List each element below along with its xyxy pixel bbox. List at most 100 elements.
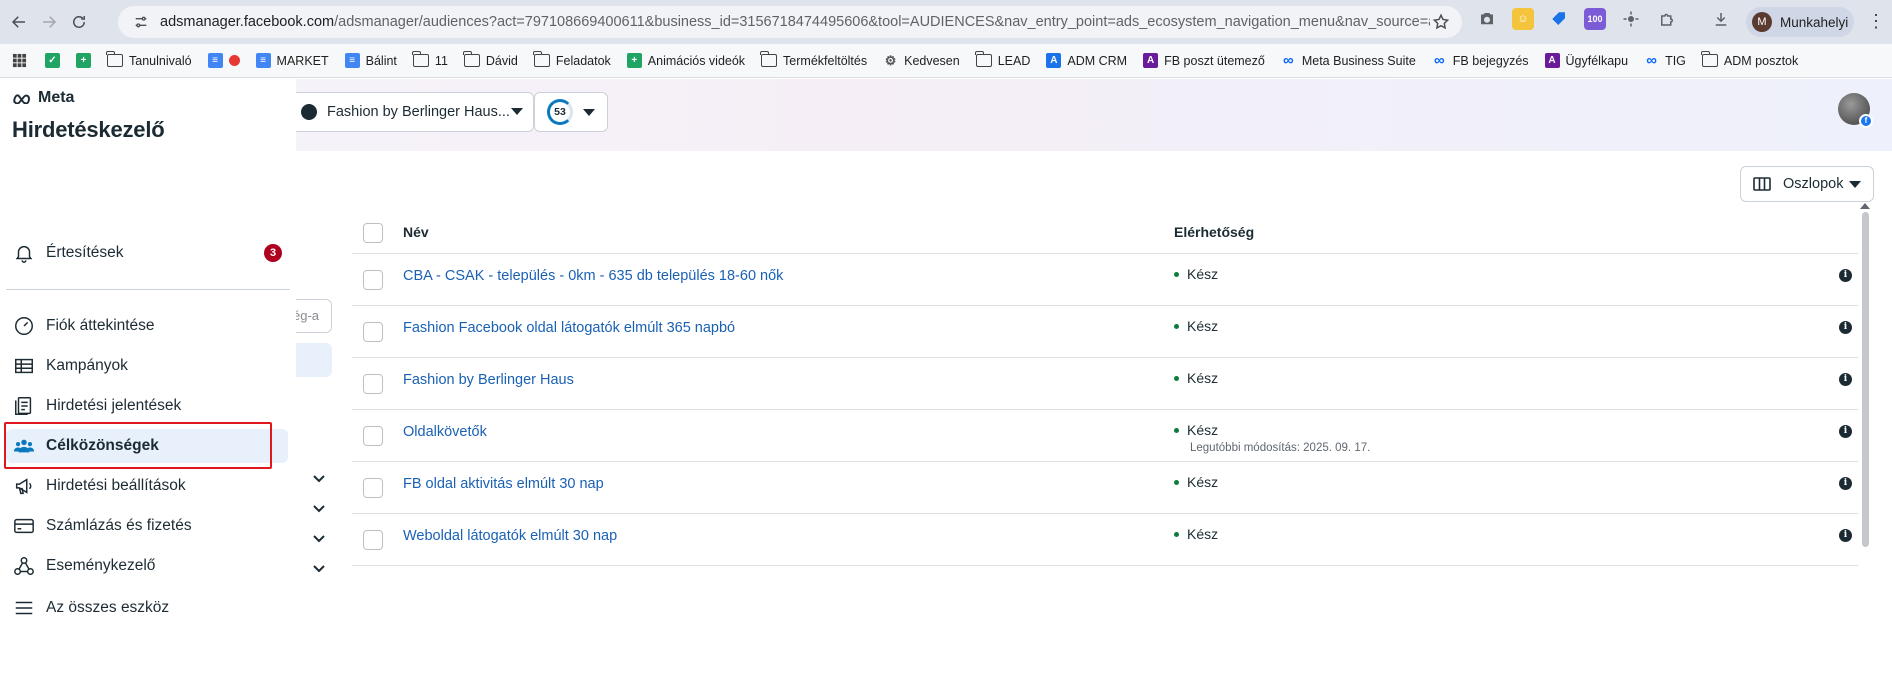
sidebar-item-label: Célközönségek: [46, 437, 159, 454]
bookmark-item[interactable]: ∞ Meta Business Suite: [1273, 48, 1424, 74]
info-icon[interactable]: i: [1839, 477, 1852, 490]
sidebar-item-label: Fiók áttekintése: [46, 317, 155, 334]
bookmark-item[interactable]: ≡ MARKET: [248, 48, 337, 74]
bookmark-item[interactable]: Feladatok: [526, 48, 619, 74]
app-title: Hirdetéskezelő: [12, 117, 165, 142]
bookmark-item[interactable]: +: [68, 48, 99, 74]
row-checkbox[interactable]: [363, 530, 383, 550]
apps-grid-icon[interactable]: [8, 48, 37, 74]
row-checkbox[interactable]: [363, 426, 383, 446]
bookmark-item[interactable]: ≡: [200, 48, 248, 74]
forward-button[interactable]: [34, 7, 64, 37]
chevron-down-icon[interactable]: [312, 561, 326, 575]
table-row[interactable]: Fashion Facebook oldal látogatók elmúlt …: [352, 306, 1858, 358]
gear-extension-icon[interactable]: [1620, 8, 1642, 30]
info-icon[interactable]: i: [1839, 425, 1852, 438]
audience-name-link[interactable]: Weboldal látogatók elmúlt 30 nap: [403, 528, 617, 544]
folder-icon: [533, 51, 550, 67]
columns-button[interactable]: Oszlopok: [1740, 166, 1874, 202]
sidebar-item-credit-card[interactable]: Számlázás és fizetés: [6, 509, 288, 543]
sidebar-item-nodes[interactable]: Eseménykezelő: [6, 549, 288, 583]
info-icon[interactable]: i: [1839, 529, 1852, 542]
select-all-checkbox[interactable]: [363, 223, 383, 243]
account-logo: [301, 104, 317, 120]
bookmark-item[interactable]: ≡ Bálint: [337, 48, 405, 74]
audience-name-link[interactable]: Fashion by Berlinger Haus: [403, 372, 574, 388]
bookmark-item[interactable]: ⚙ Kedvesen: [875, 48, 968, 74]
chevron-down-icon[interactable]: [312, 531, 326, 545]
bookmark-label: TIG: [1665, 53, 1686, 68]
folder-icon: [760, 51, 778, 67]
red-dot-icon: [228, 55, 240, 66]
sidebar-item-table[interactable]: Kampányok: [6, 349, 288, 383]
sidebar-item-gauge[interactable]: Fiók áttekintése: [6, 309, 288, 343]
bookmark-item[interactable]: A FB poszt ütemező: [1135, 48, 1273, 74]
info-icon[interactable]: i: [1839, 373, 1852, 386]
audience-name-link[interactable]: Fashion Facebook oldal látogatók elmúlt …: [403, 320, 735, 336]
table-row[interactable]: Weboldal látogatók elmúlt 30 nap Kész i: [352, 514, 1858, 566]
table-scrollbar[interactable]: [1862, 212, 1869, 547]
report-icon: [12, 394, 36, 418]
camera-icon[interactable]: [1476, 8, 1498, 30]
a-app-icon: A: [1046, 53, 1062, 68]
row-checkbox[interactable]: [363, 374, 383, 394]
row-checkbox[interactable]: [363, 322, 383, 342]
table-row[interactable]: CBA - CSAK - település - 0km - 635 db te…: [352, 254, 1858, 306]
back-button[interactable]: [4, 7, 34, 37]
audience-name-link[interactable]: CBA - CSAK - település - 0km - 635 db te…: [403, 268, 783, 284]
row-checkbox[interactable]: [363, 270, 383, 290]
user-avatar[interactable]: f: [1838, 93, 1873, 128]
puzzle-icon[interactable]: [1656, 8, 1678, 30]
bookmark-item[interactable]: Dávid: [456, 48, 526, 74]
profile-label: Munkahelyi: [1780, 14, 1849, 30]
bookmark-item[interactable]: LEAD: [968, 48, 1039, 74]
table-row[interactable]: FB oldal aktivitás elmúlt 30 nap Kész i: [352, 462, 1858, 514]
row-checkbox[interactable]: [363, 478, 383, 498]
scroll-up-arrow[interactable]: [1860, 203, 1870, 209]
chevron-down-icon[interactable]: [312, 471, 326, 485]
status-dot: [1174, 479, 1179, 485]
emoji-extension-icon[interactable]: ☺: [1512, 8, 1534, 30]
sidebar-item-report[interactable]: Hirdetési jelentések: [6, 389, 288, 423]
bookmark-label: FB bejegyzés: [1452, 53, 1529, 68]
status-dot: [1174, 323, 1179, 329]
bookmark-item[interactable]: Tanulnivaló: [99, 48, 200, 74]
reload-button[interactable]: [64, 7, 94, 37]
arrow-left-icon: [11, 16, 25, 28]
bookmark-item[interactable]: Termékfeltöltés: [753, 48, 875, 74]
bookmark-item[interactable]: A ADM CRM: [1038, 48, 1135, 74]
sidebar-item-megaphone[interactable]: Hirdetési beállítások: [6, 469, 288, 503]
bookmark-item[interactable]: ✓: [37, 48, 68, 74]
account-selector[interactable]: Fashion by Berlinger Haus...: [290, 92, 534, 132]
profile-chip[interactable]: M Munkahelyi: [1746, 7, 1854, 37]
bookmark-star-icon[interactable]: [1432, 13, 1450, 31]
table-row[interactable]: Fashion by Berlinger Haus Kész i: [352, 358, 1858, 410]
table-row[interactable]: Oldalkövetők Kész Legutóbbi módosítás: 202…: [352, 410, 1858, 462]
audience-name-link[interactable]: FB oldal aktivitás elmúlt 30 nap: [403, 476, 604, 492]
menu-icon: [12, 596, 36, 620]
badge-extension-icon[interactable]: 100: [1584, 8, 1606, 30]
address-bar[interactable]: adsmanager.facebook.com/adsmanager/audie…: [118, 6, 1462, 38]
bookmark-item[interactable]: + Animációs videók: [619, 48, 753, 74]
meta-icon: ∞: [1646, 52, 1657, 69]
sidebar-item-menu[interactable]: Az összes eszköz: [6, 591, 288, 625]
sidebar-item-notifications[interactable]: Értesítések 3: [6, 236, 288, 270]
column-header-name[interactable]: Név: [403, 224, 429, 240]
bookmark-item[interactable]: ∞ FB bejegyzés: [1424, 48, 1537, 74]
sidebar-item-people[interactable]: Célközönségek: [6, 429, 288, 463]
chevron-down-icon[interactable]: [312, 501, 326, 515]
browser-menu-icon[interactable]: ⋮: [1866, 12, 1886, 32]
audience-name-link[interactable]: Oldalkövetők: [403, 424, 487, 440]
bookmark-item[interactable]: A Ügyfélkapu: [1537, 48, 1637, 74]
bookmark-item[interactable]: ∞ TIG: [1636, 48, 1694, 74]
download-icon[interactable]: [1710, 8, 1732, 30]
tag-extension-icon[interactable]: [1548, 8, 1570, 30]
opportunity-score-selector[interactable]: 53: [534, 92, 608, 132]
info-icon[interactable]: i: [1839, 321, 1852, 334]
column-header-availability[interactable]: Elérhetőség: [1174, 224, 1254, 240]
bookmark-item[interactable]: ADM posztok: [1694, 48, 1806, 74]
bookmark-item[interactable]: 11: [405, 48, 456, 74]
info-icon[interactable]: i: [1839, 269, 1852, 282]
site-info-icon[interactable]: [132, 13, 150, 31]
url-host: adsmanager.facebook.com: [160, 14, 335, 30]
